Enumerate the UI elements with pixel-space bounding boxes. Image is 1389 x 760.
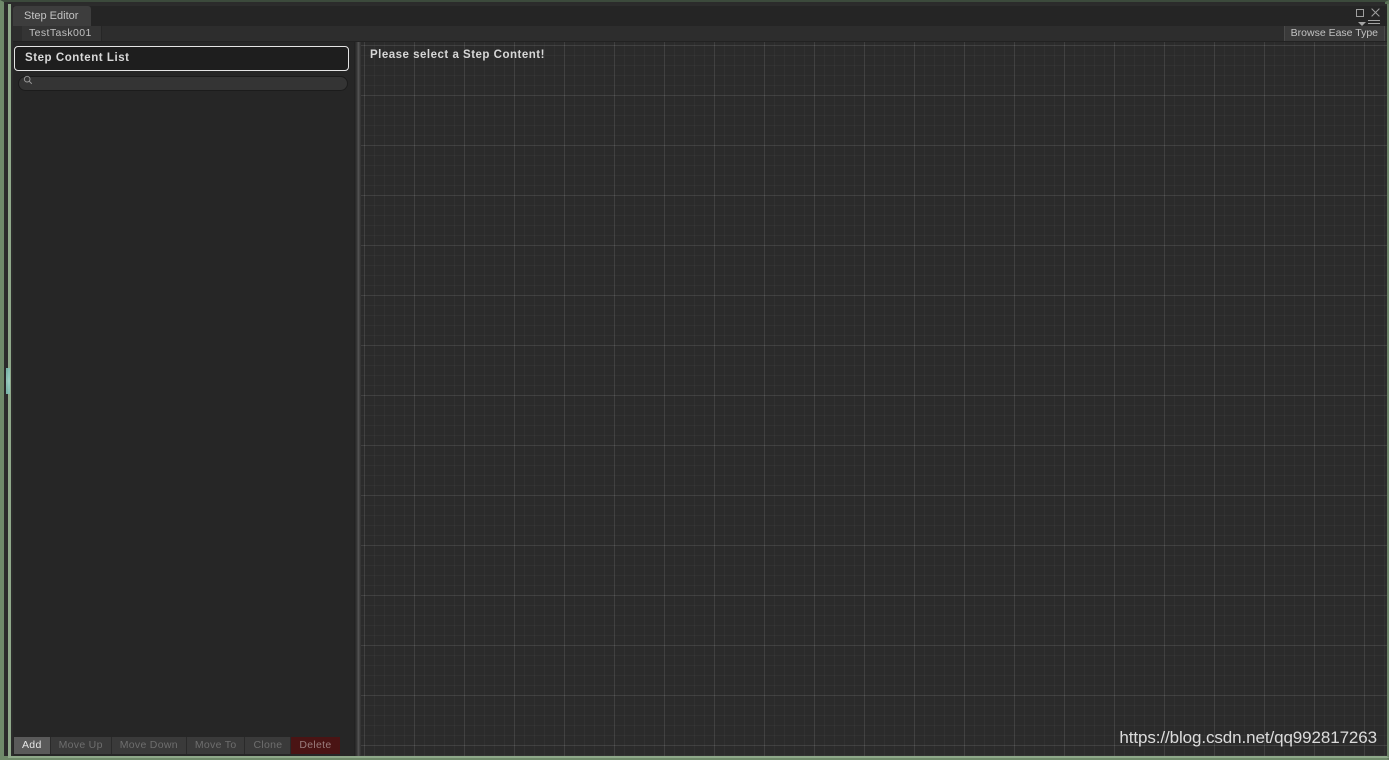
panel-splitter[interactable] (354, 42, 361, 756)
tab-step-editor[interactable]: Step Editor (13, 6, 92, 26)
add-button[interactable]: Add (14, 737, 51, 754)
window-controls (1356, 7, 1381, 18)
search-row (18, 73, 348, 91)
step-graph-canvas[interactable]: Please select a Step Content! https://bl… (361, 42, 1387, 756)
browse-ease-type-button[interactable]: Browse Ease Type (1283, 26, 1385, 41)
editor-window: Step Editor TestTask001 Browse Ease Type… (0, 0, 1389, 760)
canvas-empty-message: Please select a Step Content! (370, 49, 545, 61)
canvas-grid (361, 42, 1387, 756)
move-to-button[interactable]: Move To (186, 737, 246, 754)
watermark-text: https://blog.csdn.net/qq992817263 (1119, 728, 1377, 747)
maximize-icon[interactable] (1356, 8, 1364, 17)
page-title: Step Content List (14, 46, 349, 71)
left-frame-highlight (6, 368, 10, 394)
step-content-list-items[interactable] (14, 91, 349, 728)
list-action-toolbar: Add Move Up Move Down Move To Clone Dele… (14, 737, 349, 754)
subtab-testtask001[interactable]: TestTask001 (22, 26, 102, 41)
step-content-list-panel: Step Content List Add Move Up Move Down … (13, 42, 354, 756)
chevron-down-icon (1358, 21, 1366, 26)
tab-bar: Step Editor (13, 6, 1387, 27)
close-icon[interactable] (1370, 7, 1381, 18)
clone-button[interactable]: Clone (245, 737, 292, 754)
search-input[interactable] (18, 76, 348, 91)
delete-button[interactable]: Delete (291, 737, 340, 754)
editor-body: Step Content List Add Move Up Move Down … (13, 42, 1387, 756)
move-up-button[interactable]: Move Up (50, 737, 112, 754)
subtab-bar: TestTask001 Browse Ease Type (13, 26, 1387, 42)
move-down-button[interactable]: Move Down (111, 737, 187, 754)
